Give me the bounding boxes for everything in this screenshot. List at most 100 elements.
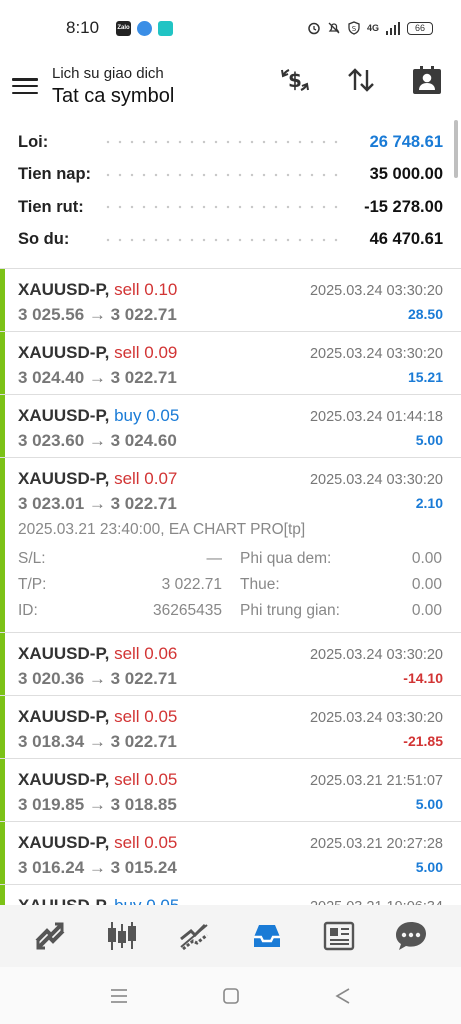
deal-symbol: XAUUSD-P, sell 0.10 bbox=[18, 280, 178, 299]
swap-field: Phi qua dem: 0.00 bbox=[240, 550, 442, 567]
deal-prices: 3 016.24 → 3 015.24 bbox=[18, 858, 177, 877]
stop-loss-field: S/L: — bbox=[18, 550, 222, 567]
deal-side: sell 0.10 bbox=[114, 280, 178, 299]
summary-value: 26 748.61 bbox=[369, 132, 443, 151]
deal-symbol: XAUUSD-P, buy 0.05 bbox=[18, 406, 180, 425]
back-icon bbox=[334, 987, 349, 1004]
summary-value: 46 470.61 bbox=[369, 230, 443, 249]
sort-button[interactable] bbox=[345, 64, 377, 96]
deal-time: 2025.03.21 21:51:07 bbox=[309, 773, 443, 789]
nav-news[interactable] bbox=[317, 914, 361, 958]
messenger-icon bbox=[137, 20, 152, 36]
deal-row[interactable]: XAUUSD-P, buy 0.05 3 023.60 → 3 024.60 2… bbox=[0, 395, 461, 458]
alarm-icon bbox=[308, 22, 320, 35]
deal-id-field: ID: 36265435 bbox=[18, 602, 222, 619]
deal-time: 2025.03.24 03:30:20 bbox=[309, 647, 443, 663]
deal-side: buy 0.05 bbox=[114, 406, 180, 425]
home-button[interactable] bbox=[220, 985, 242, 1007]
status-bar: 8:10 Zalo S 4G 66 bbox=[0, 0, 461, 56]
deal-row[interactable]: XAUUSD-P, sell 0.06 3 020.36 → 3 022.71 … bbox=[0, 633, 461, 696]
nav-chart[interactable] bbox=[100, 914, 144, 958]
app-header: Lich su giao dich Tat ca symbol $ bbox=[0, 56, 461, 116]
deal-row[interactable]: XAUUSD-P, sell 0.10 3 025.56 → 3 022.71 … bbox=[0, 269, 461, 332]
deal-prices: 3 025.56 → 3 022.71 bbox=[18, 305, 177, 324]
deal-comment: 2025.03.21 23:40:00, EA CHART PRO[tp] bbox=[18, 521, 306, 538]
deal-row[interactable]: XAUUSD-P, sell 0.09 3 024.40 → 3 022.71 … bbox=[0, 332, 461, 395]
deal-time: 2025.03.24 03:30:20 bbox=[309, 283, 443, 299]
deal-prices: 3 024.40 → 3 022.71 bbox=[18, 368, 177, 387]
status-time: 8:10 bbox=[66, 18, 100, 37]
page-subtitle: Lich su giao dich bbox=[52, 64, 164, 82]
deal-profit: 28.50 bbox=[407, 306, 443, 322]
deal-symbol: XAUUSD-P, sell 0.05 bbox=[18, 770, 178, 789]
deal-side: sell 0.05 bbox=[114, 770, 178, 789]
nav-trade[interactable] bbox=[172, 914, 216, 958]
summary-row-profit: Loi: 26 748.61 bbox=[0, 126, 461, 159]
deal-time: 2025.03.24 03:30:20 bbox=[309, 710, 443, 726]
deal-time: 2025.03.24 03:30:20 bbox=[309, 472, 443, 488]
back-button[interactable] bbox=[332, 985, 354, 1007]
deal-side: sell 0.09 bbox=[114, 343, 178, 362]
deal-side: sell 0.05 bbox=[114, 707, 178, 726]
deal-time: 2025.03.24 01:44:18 bbox=[309, 409, 443, 425]
status-app-icons: Zalo bbox=[116, 20, 173, 36]
quotes-icon bbox=[35, 922, 65, 950]
deal-row[interactable]: XAUUSD-P, sell 0.05 3 018.34 → 3 022.71 … bbox=[0, 696, 461, 759]
summary-row-withdrawal: Tien rut: -15 278.00 bbox=[0, 191, 461, 224]
zalo-alt-icon bbox=[158, 20, 173, 36]
account-card-icon bbox=[413, 66, 441, 94]
network-type: 4G bbox=[366, 23, 379, 33]
nav-quotes[interactable] bbox=[28, 914, 72, 958]
summary-label: Loi: bbox=[18, 132, 49, 151]
dot-leader bbox=[102, 234, 343, 245]
messages-icon bbox=[395, 922, 426, 950]
title-block: Lich su giao dich Tat ca symbol bbox=[52, 65, 174, 108]
svg-text:$: $ bbox=[288, 68, 302, 92]
summary-label: Tien nap: bbox=[18, 165, 92, 184]
bottom-navigation bbox=[0, 905, 461, 967]
deal-time: 2025.03.21 20:27:28 bbox=[309, 836, 443, 852]
deal-symbol: XAUUSD-P, sell 0.09 bbox=[18, 343, 178, 362]
shield-s-icon: S bbox=[348, 21, 360, 35]
battery-icon: 66 bbox=[407, 21, 433, 35]
deal-profit: 5.00 bbox=[415, 859, 443, 875]
dot-leader bbox=[102, 169, 343, 180]
deal-prices: 3 018.34 → 3 022.71 bbox=[18, 732, 177, 751]
nav-messages[interactable] bbox=[389, 914, 433, 958]
deal-side: sell 0.07 bbox=[114, 469, 178, 488]
deal-profit: -21.85 bbox=[403, 733, 443, 749]
deal-profit: 15.21 bbox=[407, 369, 443, 385]
status-indicators: S 4G 66 bbox=[307, 21, 433, 35]
deal-row-expanded[interactable]: XAUUSD-P, sell 0.07 3 023.01 → 3 022.71 … bbox=[0, 458, 461, 633]
deal-profit: -14.10 bbox=[403, 670, 443, 686]
mute-icon bbox=[328, 22, 340, 34]
summary-row-balance: So du: 46 470.61 bbox=[0, 224, 461, 257]
summary-value: 35 000.00 bbox=[369, 165, 443, 184]
currency-exchange-button[interactable]: $ bbox=[279, 64, 311, 96]
page-title[interactable]: Tat ca symbol bbox=[52, 85, 174, 108]
currency-exchange-icon: $ bbox=[281, 68, 309, 92]
summary-value: -15 278.00 bbox=[364, 197, 443, 216]
dot-leader bbox=[102, 137, 343, 148]
deal-row[interactable]: XAUUSD-P, sell 0.05 3 016.24 → 3 015.24 … bbox=[0, 822, 461, 885]
deal-prices: 3 019.85 → 3 018.85 bbox=[18, 795, 177, 814]
account-summary: Loi: 26 748.61 Tien nap: 35 000.00 Tien … bbox=[0, 126, 461, 256]
summary-label: So du: bbox=[18, 230, 70, 249]
deal-prices: 3 023.01 → 3 022.71 bbox=[18, 494, 177, 513]
account-button[interactable] bbox=[411, 64, 443, 96]
recents-button[interactable] bbox=[108, 985, 130, 1007]
home-icon bbox=[222, 987, 239, 1004]
header-actions: $ bbox=[279, 64, 443, 96]
deal-row[interactable]: XAUUSD-P, sell 0.05 3 019.85 → 3 018.85 … bbox=[0, 759, 461, 822]
nav-history[interactable] bbox=[245, 914, 289, 958]
scrollbar[interactable] bbox=[454, 120, 458, 178]
news-icon bbox=[323, 921, 354, 951]
sort-icon bbox=[348, 68, 374, 92]
summary-row-deposit: Tien nap: 35 000.00 bbox=[0, 159, 461, 192]
trade-icon bbox=[180, 923, 209, 951]
summary-label: Tien rut: bbox=[18, 197, 84, 216]
signal-icon bbox=[386, 21, 400, 35]
deal-detail: 2025.03.21 23:40:00, EA CHART PRO[tp] S/… bbox=[18, 520, 443, 632]
hamburger-menu-icon[interactable] bbox=[12, 75, 38, 97]
recents-icon bbox=[110, 988, 127, 1003]
